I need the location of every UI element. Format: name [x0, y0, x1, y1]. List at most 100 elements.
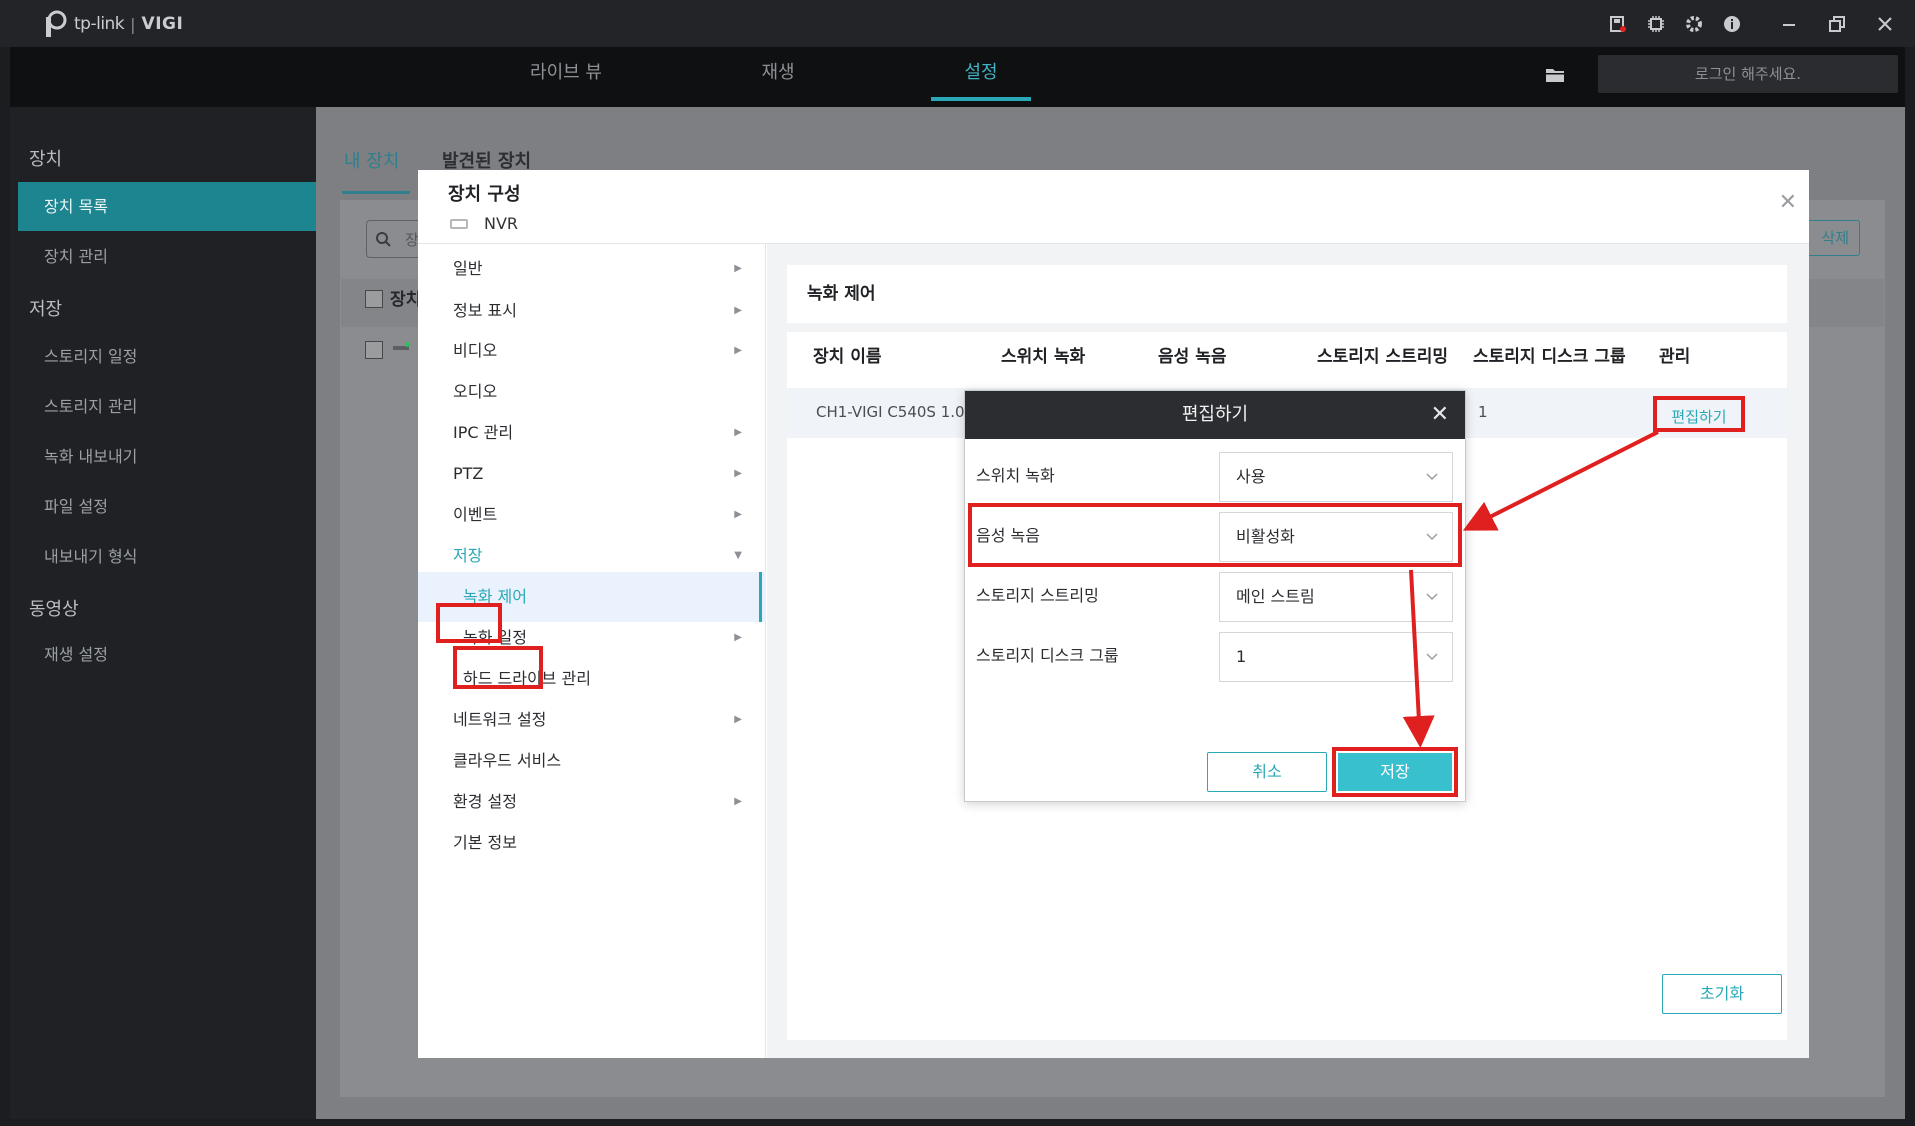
column-header-audio-recording: 음성 녹음	[1158, 347, 1227, 367]
select-all-checkbox[interactable]	[365, 290, 383, 308]
sidebar-section-device: 장치	[29, 149, 63, 170]
menu-label: IPC 관리	[453, 423, 514, 442]
panel-header: 녹화 제어	[787, 265, 1787, 323]
column-header-device-name: 장치 이름	[813, 347, 882, 367]
row-checkbox[interactable]	[365, 341, 383, 359]
sidebar-item-playback-settings[interactable]: 재생 설정	[18, 630, 316, 679]
info-icon[interactable]	[1713, 0, 1751, 47]
column-header-storage-streaming: 스토리지 스트리밍	[1317, 347, 1449, 367]
folder-icon[interactable]	[1546, 68, 1564, 82]
brand-text: tp-link	[74, 14, 125, 34]
field-storage-streaming: 스토리지 스트리밍 메인 스트림	[965, 565, 1465, 622]
login-button[interactable]: 로그인 해주세요.	[1598, 55, 1898, 93]
column-header-storage-disk-group: 스토리지 디스크 그룹	[1473, 347, 1626, 367]
active-tab-indicator	[342, 191, 410, 194]
menu-item-basic-info[interactable]: 기본 정보	[418, 818, 766, 868]
column-header-switch-recording: 스위치 녹화	[1001, 347, 1086, 367]
edit-dialog: 편집하기 ✕ 스위치 녹화 사용 음성 녹음 비활성화 스토리지 스트리밍 메인…	[964, 390, 1466, 802]
search-icon	[376, 232, 391, 247]
chevron-down-icon	[1426, 593, 1438, 601]
storage-alert-icon[interactable]	[1599, 0, 1637, 47]
chevron-down-icon	[1426, 653, 1438, 661]
device-name: NVR	[484, 214, 519, 233]
switch-recording-select[interactable]: 사용	[1219, 452, 1453, 502]
sidebar-item-export-format[interactable]: 내보내기 형식	[18, 532, 316, 581]
column-header-name: 장치	[390, 290, 422, 310]
select-value: 사용	[1236, 467, 1266, 486]
menu-label: 환경 설정	[453, 792, 517, 811]
dialog-header: 편집하기 ✕	[965, 391, 1465, 439]
field-label: 스토리지 스트리밍	[976, 586, 1099, 605]
column-header-management: 관리	[1659, 347, 1691, 367]
highlight-recording-control	[453, 646, 543, 689]
storage-disk-group-select[interactable]: 1	[1219, 632, 1453, 682]
delete-button[interactable]: 삭제	[1800, 220, 1860, 256]
tab-label: 라이브 뷰	[530, 62, 602, 83]
edit-link[interactable]: 편집하기	[1653, 396, 1745, 432]
sidebar-item-device-management[interactable]: 장치 관리	[18, 232, 316, 281]
save-button[interactable]: 저장	[1338, 753, 1452, 791]
field-switch-recording: 스위치 녹화 사용	[965, 445, 1465, 502]
cell-disk-group: 1	[1478, 403, 1488, 421]
menu-label: 정보 표시	[453, 301, 517, 320]
tab-settings[interactable]: 설정	[931, 47, 1031, 107]
close-window-icon[interactable]	[1861, 0, 1909, 47]
field-label: 스토리지 디스크 그룹	[976, 646, 1119, 665]
nvr-icon	[450, 218, 468, 229]
titlebar-controls	[1599, 0, 1915, 47]
chevron-down-icon	[1426, 473, 1438, 481]
modal-title: 장치 구성	[448, 184, 521, 205]
reset-button[interactable]: 초기화	[1662, 974, 1782, 1014]
menu-label: 클라우드 서비스	[453, 751, 562, 770]
close-icon[interactable]: ✕	[1779, 190, 1797, 215]
storage-streaming-select[interactable]: 메인 스트림	[1219, 572, 1453, 622]
title-bar: tp-link | VIGI	[0, 0, 1915, 47]
menu-label: PTZ	[453, 464, 484, 483]
dialog-title: 편집하기	[1181, 404, 1249, 425]
online-dot-icon	[405, 342, 410, 347]
select-value: 1	[1236, 647, 1247, 666]
sidebar-item-recording-export[interactable]: 녹화 내보내기	[18, 432, 316, 481]
cpu-icon[interactable]	[1637, 0, 1675, 47]
sidebar-item-storage-schedule[interactable]: 스토리지 일정	[18, 332, 316, 381]
modal-header: 장치 구성 NVR ✕	[418, 170, 1809, 244]
sidebar-item-file-settings[interactable]: 파일 설정	[18, 482, 316, 531]
menu-label: 이벤트	[453, 505, 498, 524]
close-icon[interactable]: ✕	[1431, 391, 1449, 439]
menu-label: 오디오	[453, 382, 498, 401]
menu-label: 기본 정보	[453, 833, 517, 852]
sidebar: 장치 장치 목록 장치 관리 저장 스토리지 일정 스토리지 관리 녹화 내보내…	[10, 107, 316, 1119]
menu-label: 저장	[453, 546, 483, 565]
gear-icon[interactable]	[1675, 0, 1713, 47]
active-tab-indicator	[931, 97, 1031, 101]
sidebar-section-video: 동영상	[29, 599, 79, 620]
menu-label: 비디오	[453, 341, 498, 360]
tab-label: 설정	[964, 62, 998, 83]
field-label: 스위치 녹화	[976, 466, 1055, 485]
tab-my-devices[interactable]: 내 장치	[344, 147, 399, 173]
tab-playback[interactable]: 재생	[728, 47, 828, 107]
config-menu: 일반 ▶ 정보 표시 ▶ 비디오 ▶ 오디오 IPC 관리 ▶ PTZ ▶ 이벤트 ▶ 저장…	[418, 244, 766, 1058]
menu-label: 일반	[453, 259, 483, 278]
app-logo: tp-link | VIGI	[40, 9, 183, 39]
menu-label: 네트워크 설정	[453, 710, 547, 729]
minimize-icon[interactable]	[1765, 0, 1813, 47]
highlight-audio-recording	[968, 503, 1462, 567]
tp-link-logo-icon	[46, 10, 67, 37]
cancel-button[interactable]: 취소	[1207, 752, 1327, 792]
field-storage-disk-group: 스토리지 디스크 그룹 1	[965, 625, 1465, 682]
tab-label: 재생	[761, 62, 795, 83]
restore-icon[interactable]	[1813, 0, 1861, 47]
sidebar-item-device-list[interactable]: 장치 목록	[18, 182, 316, 231]
panel-title: 녹화 제어	[807, 284, 876, 304]
select-value: 메인 스트림	[1236, 587, 1315, 606]
cell-device-name: CH1-VIGI C540S 1.0	[816, 403, 965, 421]
sidebar-item-storage-management[interactable]: 스토리지 관리	[18, 382, 316, 431]
highlight-save: 저장	[1332, 747, 1458, 797]
tab-live-view[interactable]: 라이브 뷰	[516, 47, 616, 107]
sidebar-section-storage: 저장	[29, 299, 63, 320]
search-placeholder: 장	[405, 231, 419, 249]
highlight-storage	[436, 603, 502, 643]
device-indicator: NVR	[450, 214, 518, 233]
brand-separator: |	[130, 14, 136, 34]
